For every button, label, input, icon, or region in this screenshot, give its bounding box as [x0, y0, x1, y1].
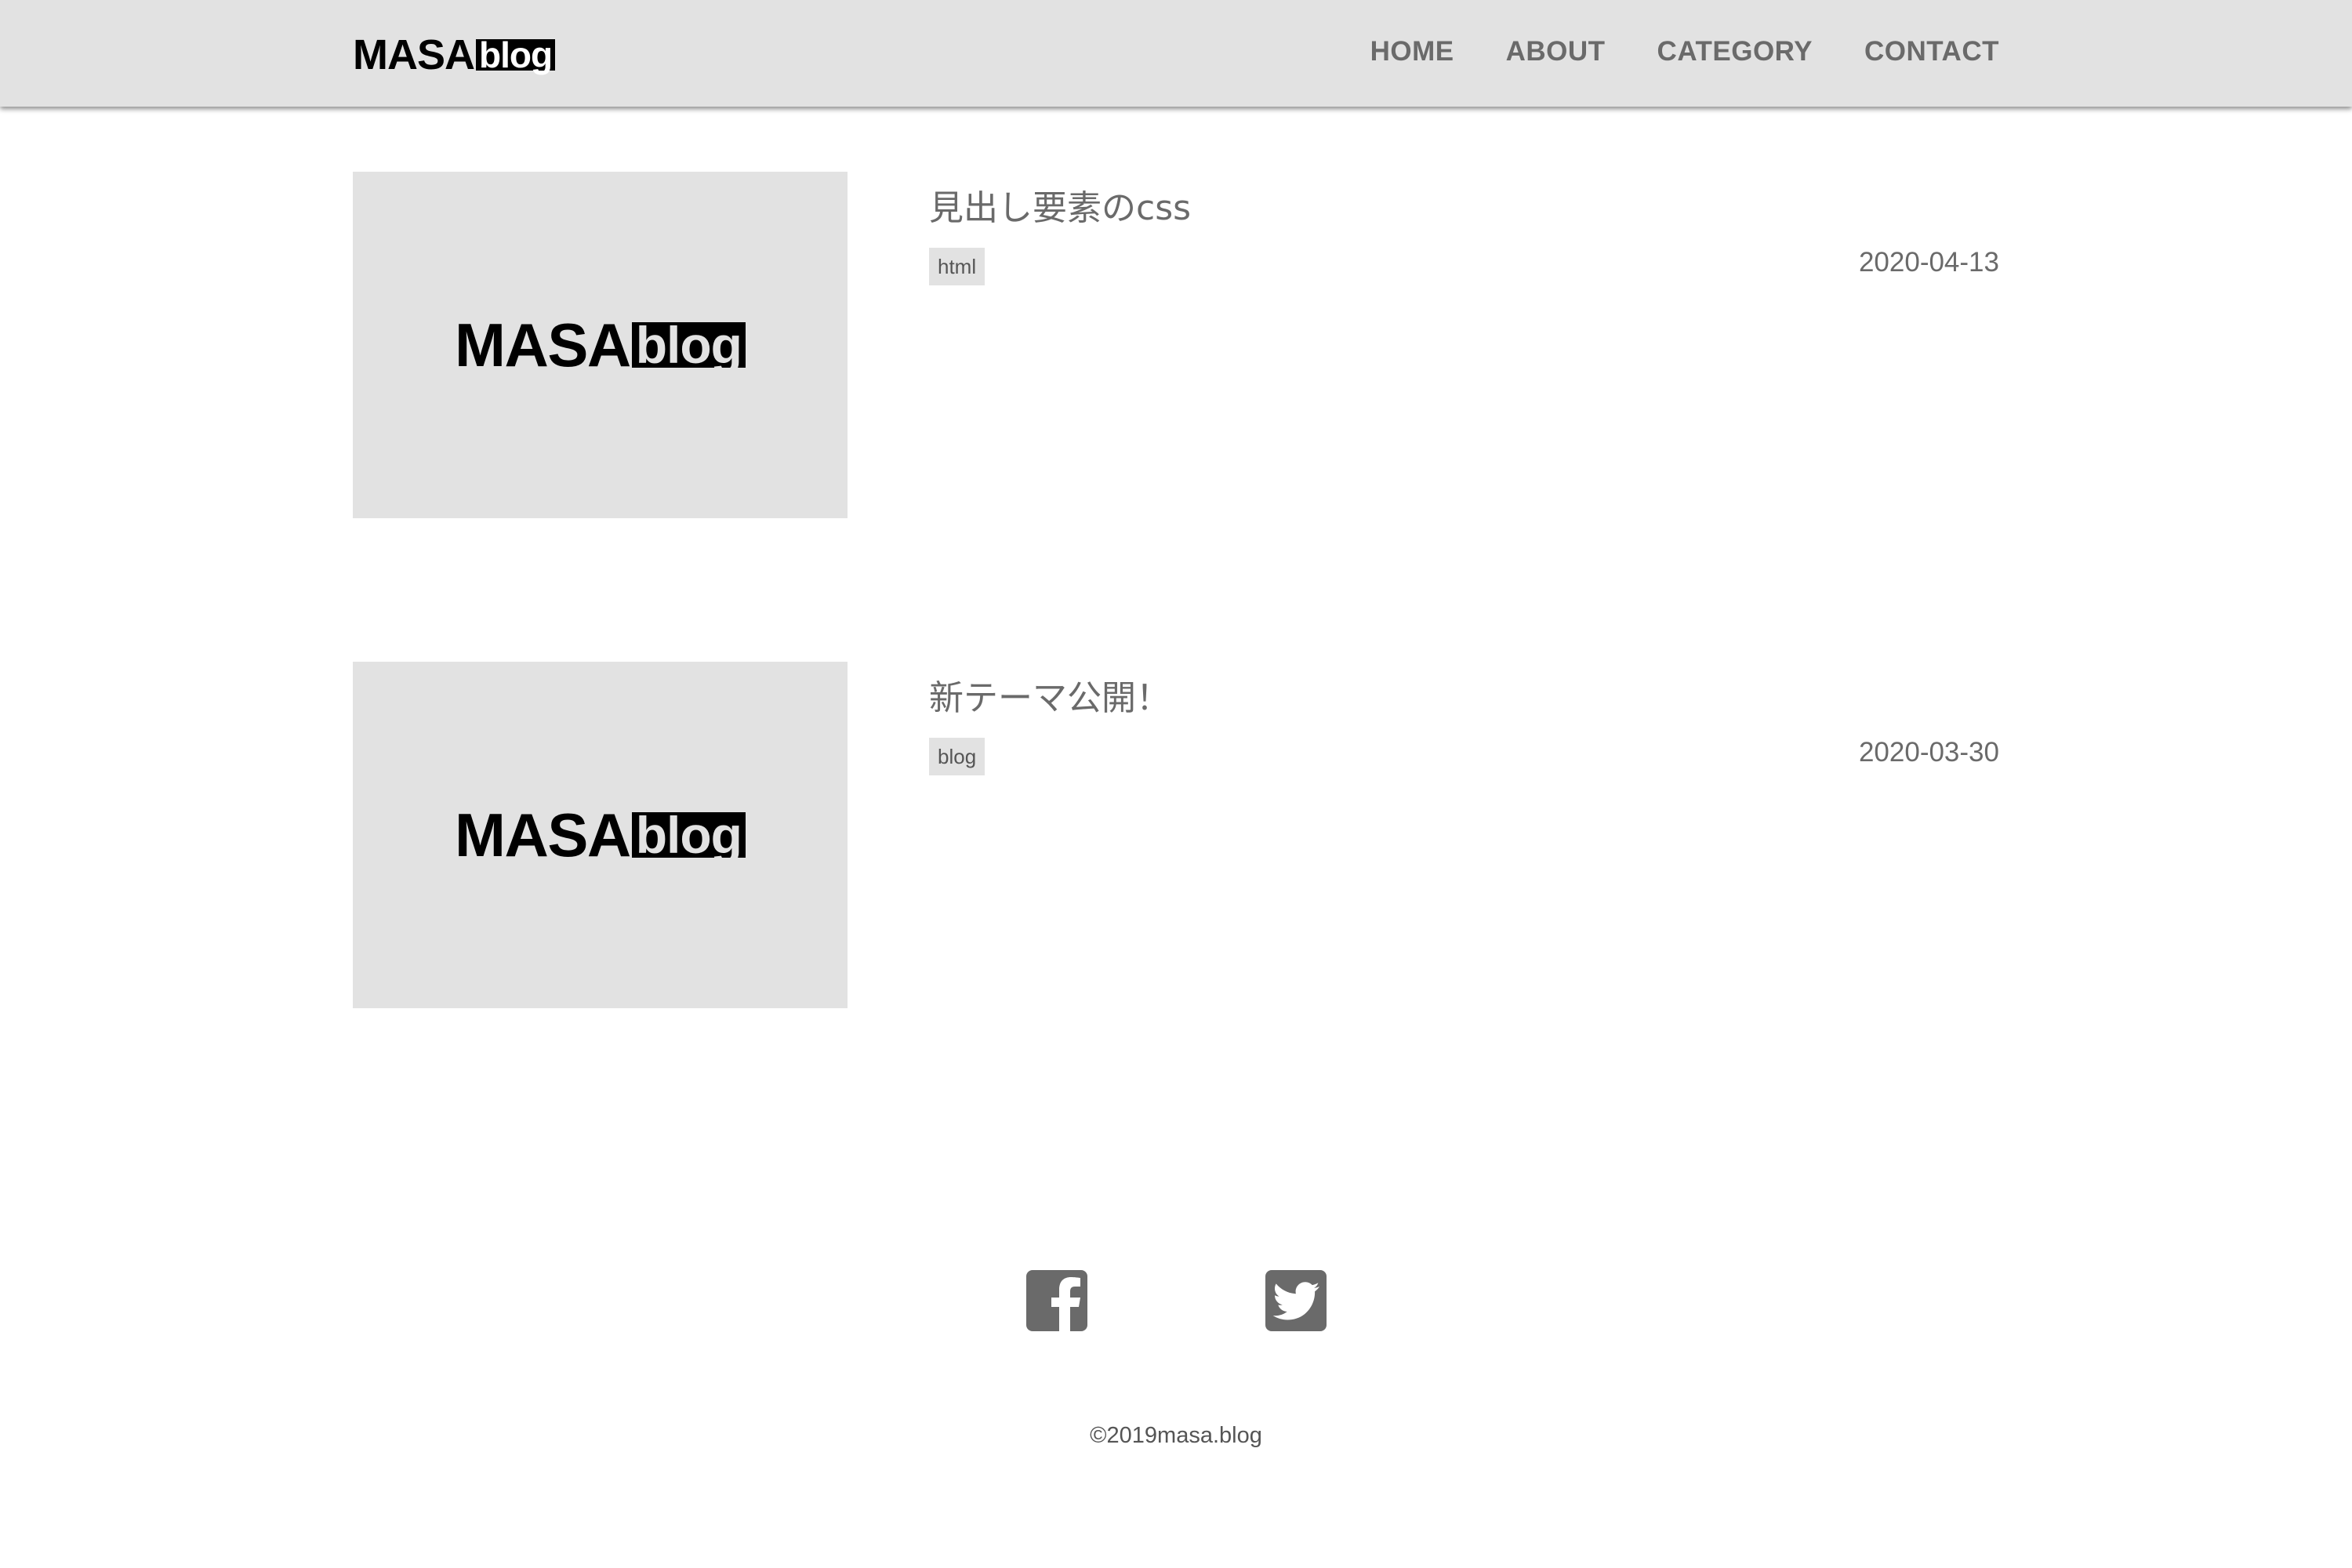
- thumbnail-logo-blog-box: blog: [631, 806, 746, 864]
- article-tag[interactable]: blog: [929, 738, 985, 775]
- logo-blog-box: blog: [476, 34, 556, 75]
- article-date: 2020-03-30: [1858, 737, 1999, 768]
- twitter-icon[interactable]: [1265, 1270, 1327, 1331]
- article-title[interactable]: 見出し要素のcss: [929, 180, 1191, 230]
- thumbnail-logo: MASA blog: [455, 314, 746, 376]
- nav-contact-link[interactable]: CONTACT: [1864, 31, 1999, 72]
- site-logo[interactable]: MASA blog: [353, 31, 556, 78]
- thumbnail-logo-blog: blog: [635, 316, 742, 374]
- thumbnail-logo: MASA blog: [455, 804, 746, 866]
- thumbnail-logo-blog: blog: [635, 806, 742, 864]
- nav-about-link[interactable]: ABOUT: [1506, 31, 1606, 72]
- article-thumbnail[interactable]: MASA blog: [353, 172, 848, 518]
- main-nav: HOME ABOUT CATEGORY CONTACT: [1370, 31, 1999, 72]
- copyright-text: ©2019masa.blog: [1090, 1423, 1262, 1448]
- article-title[interactable]: 新テーマ公開！: [929, 670, 1171, 720]
- facebook-icon[interactable]: [1026, 1270, 1087, 1331]
- logo-masa-text: MASA: [353, 31, 475, 78]
- site-header: MASA blog HOME ABOUT CATEGORY CONTACT: [0, 0, 2352, 107]
- article-date: 2020-04-13: [1858, 247, 1999, 278]
- nav-category-link[interactable]: CATEGORY: [1657, 31, 1813, 72]
- logo-blog-text: blog: [479, 34, 553, 75]
- article-card[interactable]: MASA blog 新テーマ公開！ blog 2020-03-30: [353, 662, 1999, 1008]
- nav-home-link[interactable]: HOME: [1370, 31, 1454, 72]
- article-tag[interactable]: html: [929, 248, 985, 285]
- article-card[interactable]: MASA blog 見出し要素のcss html 2020-04-13: [353, 172, 1999, 518]
- article-thumbnail[interactable]: MASA blog: [353, 662, 848, 1008]
- thumbnail-logo-masa: MASA: [455, 800, 631, 869]
- thumbnail-logo-masa: MASA: [455, 310, 631, 379]
- thumbnail-logo-blog-box: blog: [631, 316, 746, 374]
